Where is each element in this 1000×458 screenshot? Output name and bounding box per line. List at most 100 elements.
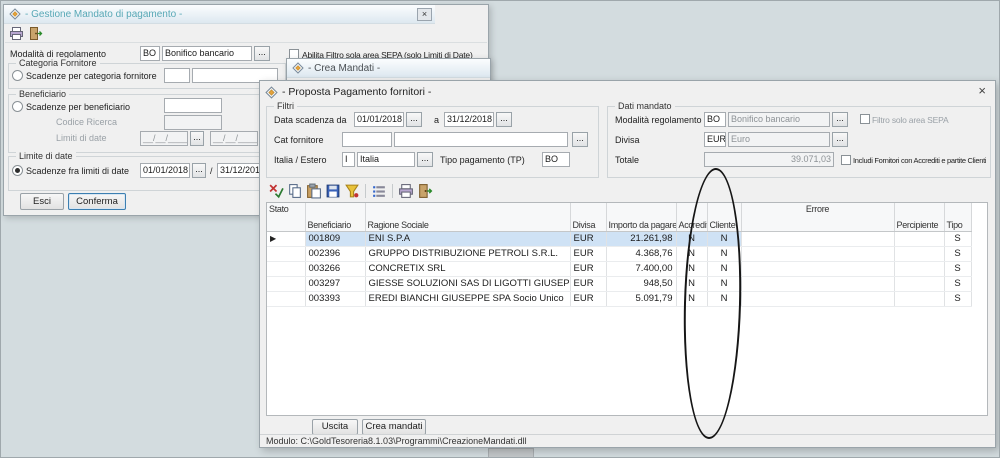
modalita-code-field[interactable]: BO — [140, 46, 160, 61]
cell-accrediti[interactable]: N — [676, 291, 707, 306]
titlebar-gestione[interactable]: - Gestione Mandato di pagamento - × — [4, 5, 435, 24]
titlebar-proposta[interactable]: - Proposta Pagamento fornitori - × — [260, 81, 995, 103]
validate-icon[interactable] — [268, 183, 284, 199]
data-scadenza-a-field[interactable]: 31/12/2018 — [444, 112, 494, 127]
cell-percipiente[interactable] — [894, 276, 944, 291]
column-header-importo[interactable]: Importo da pagare — [606, 203, 676, 231]
table-row[interactable]: 003393 EREDI BIANCHI GIUSEPPE SPA Socio … — [267, 291, 971, 306]
cell-importo[interactable]: 948,50 — [606, 276, 676, 291]
cell-divisa[interactable]: EUR — [570, 231, 606, 246]
cell-ragione-sociale[interactable]: ENI S.P.A — [365, 231, 570, 246]
cell-cliente[interactable]: N — [707, 231, 741, 246]
scadenze-beneficiario-radio[interactable] — [12, 101, 23, 112]
cell-errore[interactable] — [741, 276, 894, 291]
cell-ragione-sociale[interactable]: GIESSE SOLUZIONI SAS DI LIGOTTI GIUSEPPE — [365, 276, 570, 291]
cell-importo[interactable]: 7.400,00 — [606, 261, 676, 276]
cell-divisa[interactable]: EUR — [570, 246, 606, 261]
codice-ricerca-field[interactable] — [164, 115, 222, 130]
divisa-desc-field[interactable]: Euro — [728, 132, 830, 147]
cell-percipiente[interactable] — [894, 246, 944, 261]
print-icon[interactable] — [9, 26, 25, 42]
italia-estero-lookup-button[interactable]: ... — [417, 152, 433, 167]
cell-beneficiario[interactable]: 002396 — [305, 246, 365, 261]
column-header-stato[interactable]: Stato — [267, 203, 305, 231]
scadenze-fra-limiti-radio[interactable] — [12, 165, 23, 176]
titlebar-crea-mandati[interactable]: - Crea Mandati - — [287, 59, 490, 78]
modalita-code-field[interactable]: BO — [704, 112, 726, 127]
close-icon[interactable]: × — [978, 83, 986, 98]
cell-accrediti[interactable]: N — [676, 231, 707, 246]
categoria-code-field[interactable] — [164, 68, 190, 83]
cell-errore[interactable] — [741, 246, 894, 261]
filtro-sepa-checkbox[interactable] — [860, 114, 870, 124]
column-header-tipo[interactable]: Tipo — [944, 203, 971, 231]
beneficiario-code-field[interactable] — [164, 98, 222, 113]
cell-divisa[interactable]: EUR — [570, 291, 606, 306]
exit-icon[interactable] — [417, 183, 433, 199]
cell-tipo[interactable]: S — [944, 276, 971, 291]
save-icon[interactable] — [325, 183, 341, 199]
cell-cliente[interactable]: N — [707, 261, 741, 276]
cell-accrediti[interactable]: N — [676, 246, 707, 261]
cell-ragione-sociale[interactable]: GRUPPO DISTRIBUZIONE PETROLI S.R.L. — [365, 246, 570, 261]
tipo-pagamento-field[interactable]: BO — [542, 152, 570, 167]
esci-button[interactable]: Esci — [20, 193, 64, 210]
cell-errore[interactable] — [741, 231, 894, 246]
cell-ragione-sociale[interactable]: CONCRETIX SRL — [365, 261, 570, 276]
filter-icon[interactable] — [344, 183, 360, 199]
cell-divisa[interactable]: EUR — [570, 261, 606, 276]
list-icon[interactable] — [371, 183, 387, 199]
cat-fornitore-desc-field[interactable] — [394, 132, 568, 147]
column-header-errore[interactable]: Errore — [741, 203, 894, 231]
cell-percipiente[interactable] — [894, 291, 944, 306]
cell-ragione-sociale[interactable]: EREDI BIANCHI GIUSEPPE SPA Socio Unico — [365, 291, 570, 306]
cell-divisa[interactable]: EUR — [570, 276, 606, 291]
cell-percipiente[interactable] — [894, 261, 944, 276]
limite-date-from-field[interactable]: 01/01/2018 — [140, 163, 190, 178]
italia-code-field[interactable]: I — [342, 152, 355, 167]
cell-accrediti[interactable]: N — [676, 276, 707, 291]
cell-tipo[interactable]: S — [944, 231, 971, 246]
cell-beneficiario[interactable]: 003266 — [305, 261, 365, 276]
cat-fornitore-lookup-button[interactable]: ... — [572, 132, 588, 147]
cell-tipo[interactable]: S — [944, 246, 971, 261]
table-row[interactable]: ▶ 001809 ENI S.P.A EUR 21.261,98 N N S — [267, 231, 971, 246]
limiti-date-to-field[interactable]: __/__/____ — [210, 131, 258, 146]
cell-beneficiario[interactable]: 003297 — [305, 276, 365, 291]
modalita-lookup-button[interactable]: ... — [832, 112, 848, 127]
limiti-date-from-field[interactable]: __/__/____ — [140, 131, 188, 146]
scadenze-categoria-radio[interactable] — [12, 70, 23, 81]
cell-beneficiario[interactable]: 001809 — [305, 231, 365, 246]
crea-mandati-button[interactable]: Crea mandati — [362, 419, 426, 435]
cell-percipiente[interactable] — [894, 231, 944, 246]
data-scadenza-a-lookup-button[interactable]: ... — [496, 112, 512, 127]
table-row[interactable]: 003266 CONCRETIX SRL EUR 7.400,00 N N S — [267, 261, 971, 276]
column-header-beneficiario[interactable]: Beneficiario — [305, 203, 365, 231]
cell-tipo[interactable]: S — [944, 291, 971, 306]
print-icon[interactable] — [398, 183, 414, 199]
cell-errore[interactable] — [741, 261, 894, 276]
data-scadenza-da-lookup-button[interactable]: ... — [406, 112, 422, 127]
column-header-percipiente[interactable]: Percipiente — [894, 203, 944, 231]
includi-fornitori-checkbox[interactable] — [841, 155, 851, 165]
paste-icon[interactable] — [306, 183, 322, 199]
limite-date-from-lookup-button[interactable]: ... — [192, 163, 206, 178]
data-scadenza-da-field[interactable]: 01/01/2018 — [354, 112, 404, 127]
close-icon[interactable]: × — [417, 8, 432, 21]
italia-desc-field[interactable]: Italia — [357, 152, 415, 167]
copy-icon[interactable] — [287, 183, 303, 199]
cell-importo[interactable]: 21.261,98 — [606, 231, 676, 246]
cell-cliente[interactable]: N — [707, 276, 741, 291]
divisa-lookup-button[interactable]: ... — [832, 132, 848, 147]
column-header-ragione-sociale[interactable]: Ragione Sociale — [365, 203, 570, 231]
cell-errore[interactable] — [741, 291, 894, 306]
cell-accrediti[interactable]: N — [676, 261, 707, 276]
cell-importo[interactable]: 5.091,79 — [606, 291, 676, 306]
table-row[interactable]: 002396 GRUPPO DISTRIBUZIONE PETROLI S.R.… — [267, 246, 971, 261]
modalita-desc-field[interactable]: Bonifico bancario — [728, 112, 830, 127]
modalita-lookup-button[interactable]: ... — [254, 46, 270, 61]
divisa-code-field[interactable]: EUR — [704, 132, 726, 147]
uscita-button[interactable]: Uscita — [312, 419, 358, 435]
column-header-cliente[interactable]: Cliente — [707, 203, 741, 231]
column-header-accrediti[interactable]: Accrediti — [676, 203, 707, 231]
